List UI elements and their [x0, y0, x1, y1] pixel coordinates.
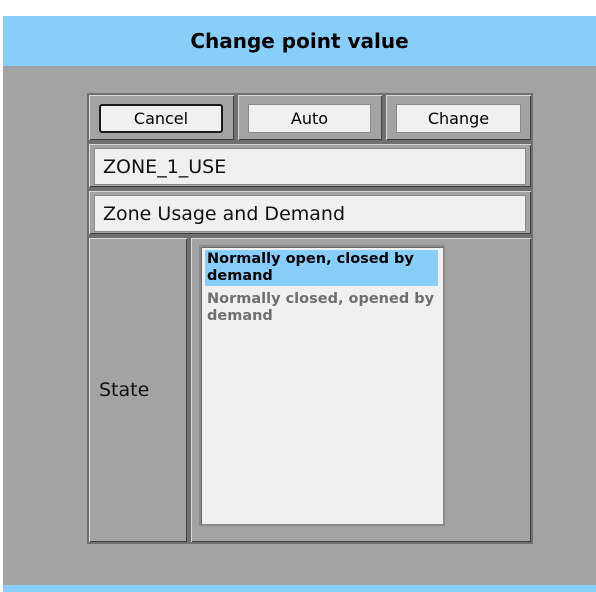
state-options-cell: Normally open, closed by demand Normally…: [189, 236, 533, 544]
cancel-button-cell: Cancel: [87, 93, 236, 142]
point-description-cell: Zone Usage and Demand: [87, 189, 533, 236]
point-description-field: Zone Usage and Demand: [94, 195, 526, 232]
change-button[interactable]: Change: [396, 104, 521, 133]
dialog-title: Change point value: [190, 29, 409, 53]
point-name-field: ZONE_1_USE: [94, 148, 526, 185]
state-option-label: Normally closed, opened by demand: [207, 291, 435, 324]
state-option-normally-open[interactable]: Normally open, closed by demand: [205, 250, 438, 286]
auto-button-cell: Auto: [236, 93, 384, 142]
point-value-panel: Cancel Auto Change ZONE_1_USE Zone Usage…: [87, 93, 533, 546]
dialog-title-bar: Change point value: [3, 16, 596, 66]
cancel-button[interactable]: Cancel: [99, 104, 223, 133]
change-point-value-dialog: Change point value Cancel Auto Change ZO…: [3, 16, 596, 592]
state-label-cell: State: [87, 236, 189, 544]
state-options-list[interactable]: Normally open, closed by demand Normally…: [199, 245, 445, 526]
auto-button[interactable]: Auto: [248, 104, 371, 133]
point-name-cell: ZONE_1_USE: [87, 142, 533, 189]
dialog-bottom-border: [3, 585, 596, 592]
state-option-normally-closed[interactable]: Normally closed, opened by demand: [205, 290, 438, 326]
state-label: State: [99, 379, 150, 401]
state-option-label: Normally open, closed by demand: [207, 251, 414, 284]
change-button-cell: Change: [384, 93, 533, 142]
